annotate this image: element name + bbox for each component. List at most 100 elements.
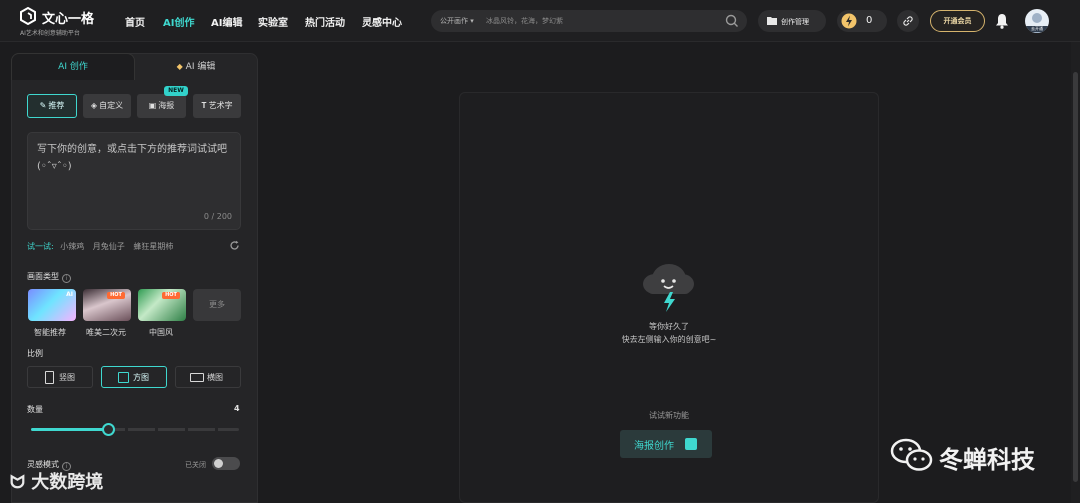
search-scope-dropdown[interactable]: 公开画作 ▾ bbox=[440, 16, 474, 26]
prompt-char-count: 0 / 200 bbox=[203, 212, 232, 221]
tab-ai-edit[interactable]: ◆ AI 编辑 bbox=[135, 53, 257, 80]
logo[interactable]: 文心一格 AI艺术和创意辅助平台 bbox=[20, 6, 110, 38]
ratio-landscape[interactable]: 横图 bbox=[175, 366, 241, 388]
watermark-left-text: 大数跨境 bbox=[31, 472, 104, 493]
try-label: 试一试: bbox=[27, 242, 54, 251]
style-label: 中国风 bbox=[149, 328, 173, 337]
search-icon[interactable] bbox=[725, 14, 739, 28]
nav-inspiration[interactable]: 灵感中心 bbox=[362, 14, 402, 29]
wechat-icon bbox=[890, 438, 933, 471]
tab-ai-edit-label: AI 编辑 bbox=[185, 62, 216, 72]
mode-poster-label: 海报 bbox=[158, 101, 175, 110]
watermark-logo-icon: ᗢ bbox=[10, 472, 25, 493]
ratio-square[interactable]: 方图 bbox=[101, 366, 167, 388]
mode-custom[interactable]: ◈ 自定义 bbox=[83, 94, 131, 118]
style-anime[interactable]: HOT bbox=[83, 289, 131, 321]
suggestion-chip[interactable]: 小辣鸡 bbox=[60, 242, 84, 251]
cube-icon: ◈ bbox=[90, 101, 98, 110]
style-label: 唯美二次元 bbox=[86, 328, 126, 337]
prompt-placeholder: 写下你的创意，或点击下方的推荐词试试吧(◦ˆ▿ˆ◦) bbox=[37, 144, 227, 172]
nav-ai-create[interactable]: AI创作 bbox=[163, 14, 194, 29]
nav-lab[interactable]: 实验室 bbox=[258, 14, 288, 29]
slider-tick bbox=[125, 428, 128, 431]
ratio-label: 竖图 bbox=[59, 373, 75, 382]
quantity-slider-fill bbox=[31, 428, 109, 431]
ratio-portrait[interactable]: 竖图 bbox=[27, 366, 93, 388]
tab-ai-create[interactable]: AI 创作 bbox=[11, 53, 135, 80]
page-scrollbar[interactable] bbox=[1071, 42, 1080, 503]
text-icon: 𝐓 bbox=[201, 101, 207, 110]
landscape-icon bbox=[190, 373, 204, 382]
watermark-right-text: 冬蝉科技 bbox=[939, 446, 1035, 474]
refresh-icon[interactable] bbox=[229, 240, 240, 251]
mode-recommend[interactable]: ✎ 推荐 bbox=[27, 94, 77, 118]
avatar-badge: 去开通 bbox=[1026, 26, 1048, 32]
search-input[interactable]: 冰晶风铃，花海，梦幻紫 bbox=[486, 16, 563, 26]
avatar[interactable]: 去开通 bbox=[1025, 9, 1049, 33]
style-chinese[interactable]: HOT bbox=[138, 289, 186, 321]
style-smart-recommend[interactable]: AI bbox=[28, 289, 76, 321]
logo-icon bbox=[20, 7, 36, 25]
ratio-label: 横图 bbox=[207, 373, 223, 382]
quantity-slider-track[interactable] bbox=[31, 428, 239, 431]
quantity-label: 数量 bbox=[27, 405, 43, 414]
slider-tick bbox=[155, 428, 158, 431]
suggestion-chip[interactable]: 月兔仙子 bbox=[93, 242, 125, 251]
info-icon[interactable]: i bbox=[62, 274, 71, 283]
suggestion-chip[interactable]: 蜂狂星期柿 bbox=[133, 242, 173, 251]
credits-display[interactable]: 0 bbox=[837, 10, 887, 32]
poster-create-label: 海报创作 bbox=[634, 441, 674, 452]
slider-tick bbox=[215, 428, 218, 431]
link-icon bbox=[903, 16, 913, 26]
image-icon: ▣ bbox=[148, 101, 157, 110]
vip-subscribe-button[interactable]: 开通会员 bbox=[930, 10, 985, 32]
toggle-knob bbox=[214, 459, 223, 468]
slider-tick bbox=[185, 428, 188, 431]
style-label: 智能推荐 bbox=[34, 328, 66, 337]
inspiration-toggle[interactable] bbox=[212, 457, 240, 470]
credits-value: 0 bbox=[866, 15, 873, 26]
poster-icon bbox=[685, 438, 697, 450]
try-new-feature-label: 试试新功能 bbox=[649, 411, 689, 420]
mode-art-text-label: 艺术字 bbox=[208, 101, 233, 110]
try-suggestions: 试一试: 小辣鸡 月兔仙子 蜂狂星期柿 bbox=[27, 241, 179, 252]
style-section-title: 画面类型 i bbox=[27, 271, 71, 283]
creation-management-label: 创作管理 bbox=[781, 18, 809, 26]
quantity-slider-handle[interactable] bbox=[102, 423, 115, 436]
hot-tag: HOT bbox=[107, 292, 125, 299]
logo-tagline: AI艺术和创意辅助平台 bbox=[20, 30, 80, 37]
nav-home[interactable]: 首页 bbox=[125, 14, 145, 29]
inspiration-state: 已关闭 bbox=[185, 461, 206, 469]
ratio-title: 比例 bbox=[27, 349, 43, 358]
ai-tag: AI bbox=[66, 291, 73, 298]
bell-icon[interactable] bbox=[995, 13, 1009, 29]
prompt-textarea[interactable]: 写下你的创意，或点击下方的推荐词试试吧(◦ˆ▿ˆ◦) 0 / 200 bbox=[27, 132, 241, 230]
poster-create-button[interactable]: 海报创作 bbox=[620, 430, 712, 458]
portrait-icon bbox=[45, 371, 54, 384]
search-bar[interactable]: 公开画作 ▾ 冰晶风铃，花海，梦幻紫 bbox=[431, 10, 747, 32]
square-icon bbox=[118, 372, 129, 383]
creation-management-button[interactable]: 创作管理 bbox=[758, 10, 826, 32]
mode-art-text[interactable]: 𝐓 艺术字 bbox=[193, 94, 241, 118]
watermark-right: 冬蝉科技 bbox=[890, 438, 1050, 474]
mode-custom-label: 自定义 bbox=[99, 101, 124, 110]
link-button[interactable] bbox=[897, 10, 919, 32]
new-badge: NEW bbox=[164, 86, 188, 96]
cloud-lightning-icon bbox=[643, 264, 694, 312]
lightning-coin-icon bbox=[841, 13, 857, 29]
mode-recommend-label: 推荐 bbox=[48, 101, 65, 110]
nav-hot-events[interactable]: 热门活动 bbox=[305, 14, 345, 29]
watermark-left: ᗢ 大数跨境 bbox=[10, 468, 103, 494]
scrollbar-thumb[interactable] bbox=[1073, 72, 1078, 482]
more-styles-button[interactable]: 更多 bbox=[193, 289, 241, 321]
folder-icon bbox=[767, 17, 777, 25]
brush-icon: ✎ bbox=[39, 101, 47, 110]
style-title: 画面类型 bbox=[27, 272, 59, 281]
quantity-value: 4 bbox=[234, 404, 240, 413]
ratio-label: 方图 bbox=[133, 373, 149, 382]
nav-ai-edit[interactable]: AI编辑 bbox=[211, 14, 242, 29]
mode-poster[interactable]: ▣ 海报 bbox=[137, 94, 186, 118]
top-navigation-bar: 文心一格 AI艺术和创意辅助平台 首页 AI创作 AI编辑 实验室 热门活动 灵… bbox=[0, 0, 1080, 42]
empty-state-hint: 快去左侧输入你的创意吧~ bbox=[621, 335, 717, 344]
diamond-icon: ◆ bbox=[176, 62, 183, 71]
